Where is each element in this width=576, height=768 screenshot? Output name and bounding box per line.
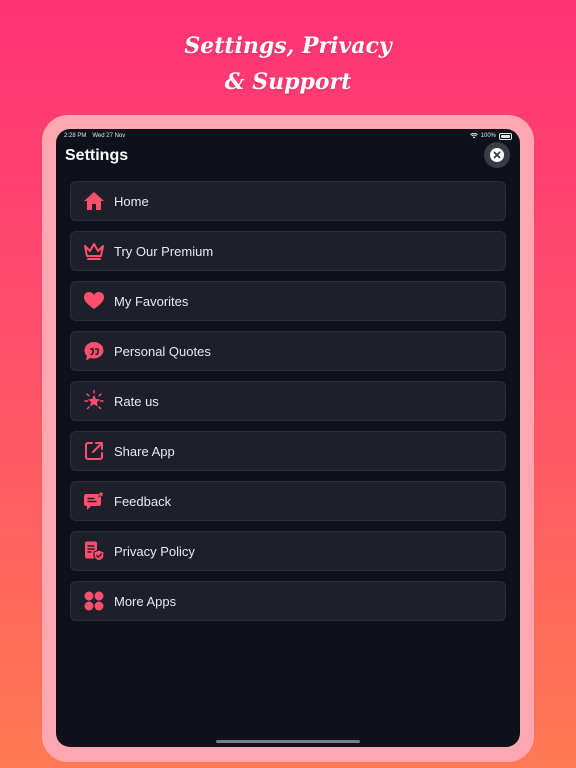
menu-item-label: Privacy Policy: [114, 543, 195, 559]
close-button[interactable]: [484, 142, 510, 168]
feedback-icon: [83, 490, 105, 512]
privacy-shield-icon: [83, 540, 105, 562]
promo-headline: Settings, Privacy & Support: [0, 28, 576, 100]
menu-item-personal-quotes[interactable]: Personal Quotes: [70, 331, 506, 371]
quote-bubble-icon: [83, 340, 105, 362]
menu-item-premium[interactable]: Try Our Premium: [70, 231, 506, 271]
menu-item-label: Rate us: [114, 393, 159, 409]
heart-icon: [83, 290, 105, 312]
menu-item-label: Try Our Premium: [114, 243, 214, 259]
menu-item-favorites[interactable]: My Favorites: [70, 281, 506, 321]
home-indicator[interactable]: [216, 740, 360, 743]
device-screen: 2:28 PM Wed 27 Nov 100% Settings Home Tr…: [56, 129, 520, 747]
close-icon: [490, 148, 504, 162]
share-icon: [83, 440, 105, 462]
menu-item-label: Personal Quotes: [114, 343, 211, 359]
apps-grid-icon: [83, 590, 105, 612]
crown-icon: [83, 240, 105, 262]
status-date: Wed 27 Nov: [92, 133, 126, 139]
battery-percent: 100%: [480, 133, 496, 139]
wifi-icon: [469, 133, 478, 139]
home-icon: [83, 190, 105, 212]
menu-item-label: Feedback: [114, 493, 172, 509]
device-frame: 2:28 PM Wed 27 Nov 100% Settings Home Tr…: [42, 115, 534, 762]
menu-item-share-app[interactable]: Share App: [70, 431, 506, 471]
status-right: 100%: [469, 132, 512, 140]
headline-line-1: Settings, Privacy: [184, 33, 392, 59]
menu-item-label: Home: [114, 193, 149, 209]
menu-item-home[interactable]: Home: [70, 181, 506, 221]
battery-icon: [499, 132, 512, 140]
star-burst-icon: [83, 390, 105, 412]
menu-item-label: Share App: [114, 443, 175, 459]
headline-line-2: & Support: [224, 69, 352, 95]
menu-item-feedback[interactable]: Feedback: [70, 481, 506, 521]
menu-item-rate-us[interactable]: Rate us: [70, 381, 506, 421]
page-title: Settings: [65, 147, 129, 164]
menu-item-more-apps[interactable]: More Apps: [70, 581, 506, 621]
status-bar: 2:28 PM Wed 27 Nov 100%: [64, 131, 512, 141]
menu-item-label: More Apps: [114, 593, 177, 609]
menu-item-privacy-policy[interactable]: Privacy Policy: [70, 531, 506, 571]
menu-item-label: My Favorites: [114, 293, 189, 309]
status-time: 2:28 PM: [64, 133, 87, 139]
settings-menu: Home Try Our Premium My Favorites Person…: [70, 181, 506, 631]
